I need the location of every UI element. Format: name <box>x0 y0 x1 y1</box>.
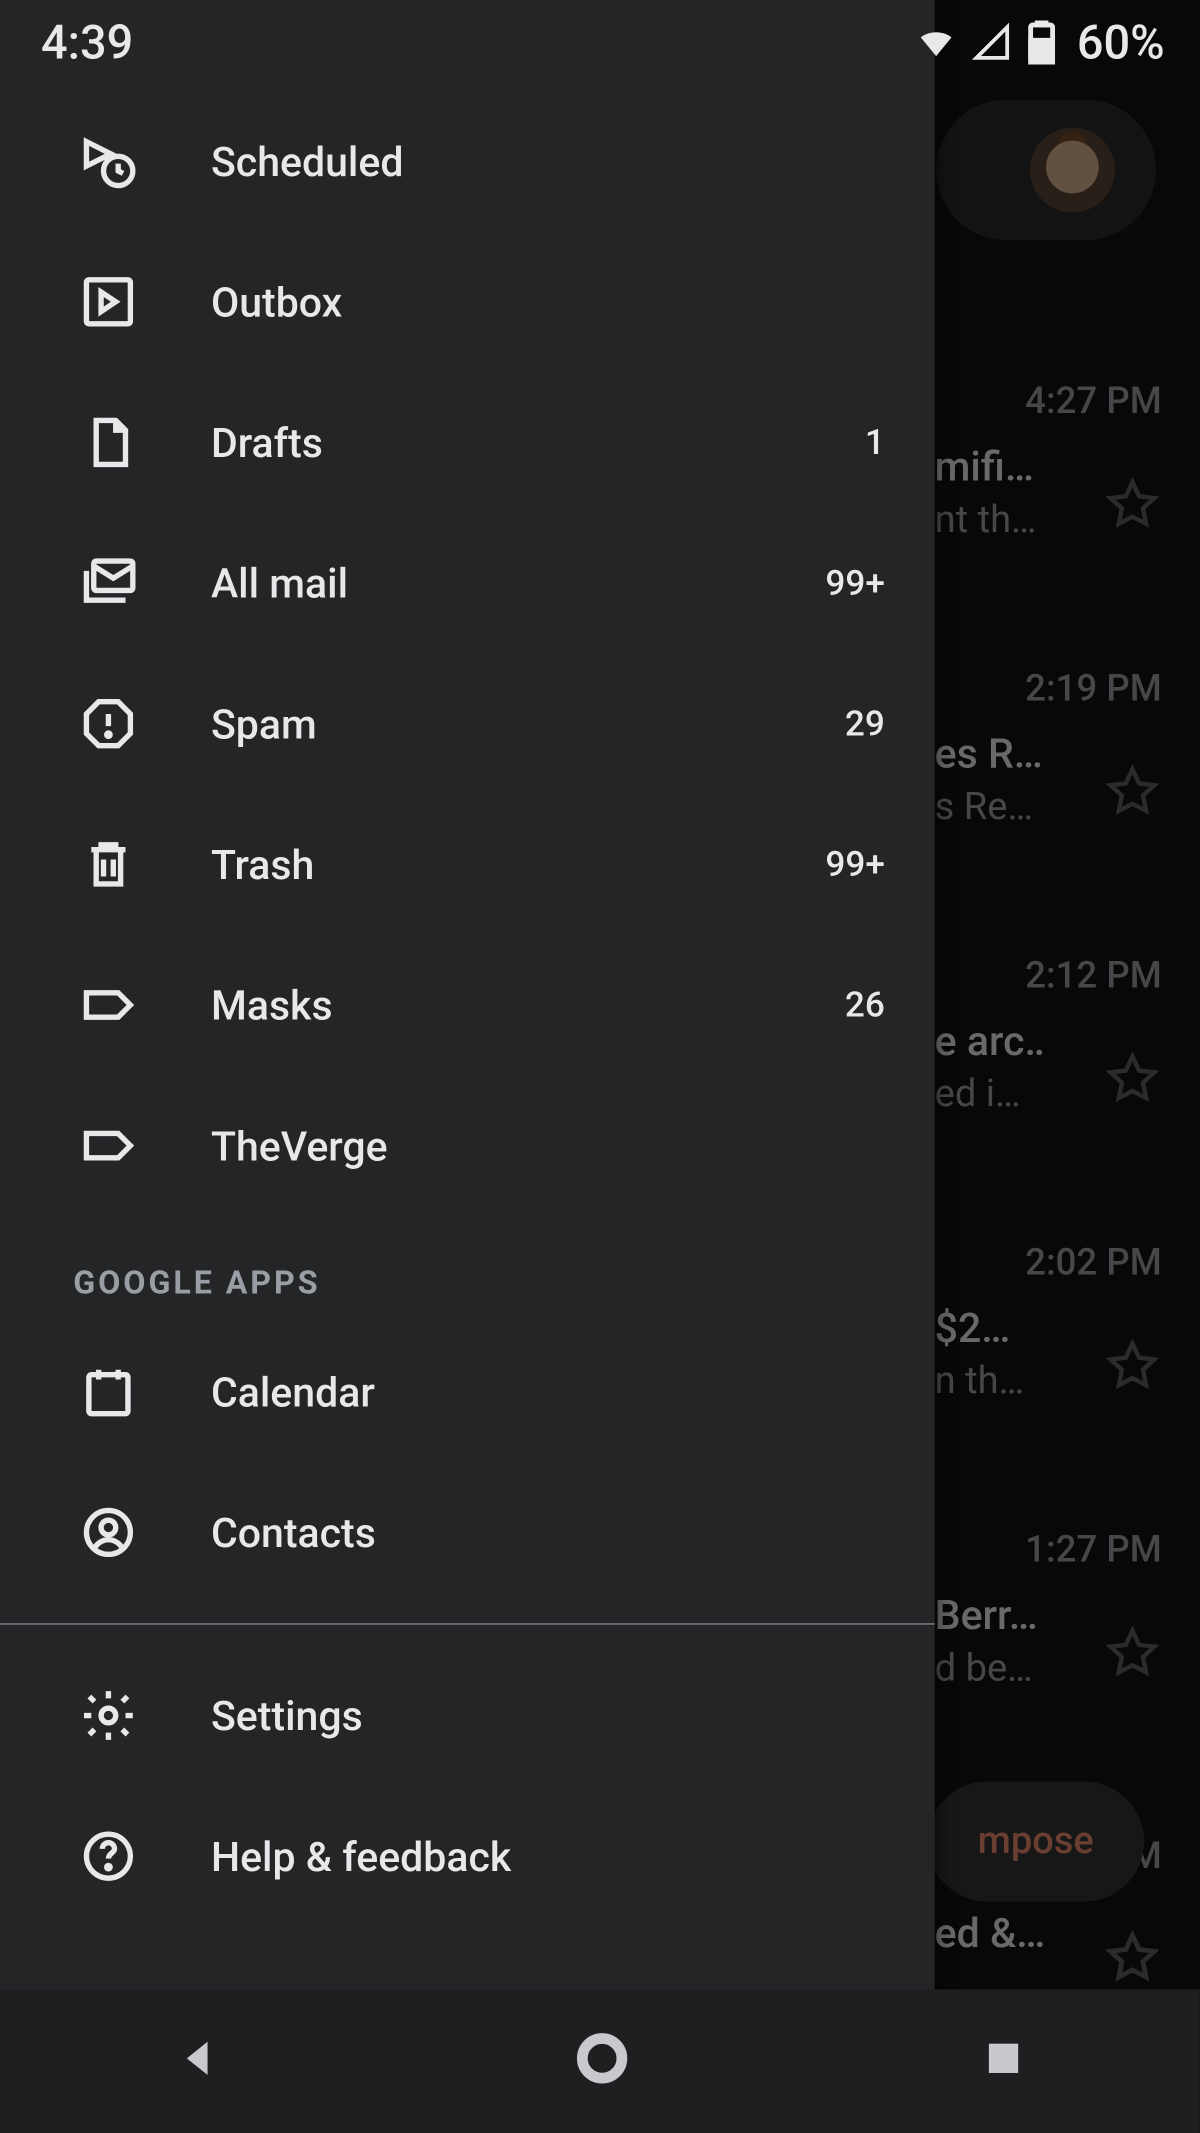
nav-label: Masks <box>211 981 845 1029</box>
nav-label: Outbox <box>211 278 885 326</box>
nav-label: Help & feedback <box>211 1832 885 1880</box>
scheduled-icon <box>79 132 138 191</box>
nav-item-trash[interactable]: Trash 99+ <box>0 794 935 935</box>
status-bar: 4:39 60% <box>0 0 1200 85</box>
all-mail-icon <box>79 554 138 613</box>
system-navbar <box>0 1989 1200 2133</box>
divider <box>0 1623 935 1624</box>
nav-item-spam[interactable]: Spam 29 <box>0 653 935 794</box>
contacts-icon <box>79 1503 138 1562</box>
wifi-icon <box>916 22 957 63</box>
nav-label: Settings <box>211 1691 885 1739</box>
label-icon <box>79 976 138 1035</box>
navigation-drawer: Scheduled Outbox Drafts 1 All mail 99+ <box>0 0 935 2133</box>
cell-signal-icon <box>971 22 1012 63</box>
drafts-icon <box>79 413 138 472</box>
nav-item-all-mail[interactable]: All mail 99+ <box>0 513 935 654</box>
nav-item-settings[interactable]: Settings <box>0 1645 935 1786</box>
nav-item-label-theverge[interactable]: TheVerge <box>0 1075 935 1216</box>
nav-item-contacts[interactable]: Contacts <box>0 1462 935 1603</box>
nav-label: TheVerge <box>211 1121 885 1169</box>
nav-item-calendar[interactable]: Calendar <box>0 1321 935 1462</box>
label-icon <box>79 1116 138 1175</box>
section-header-google-apps: GOOGLE APPS <box>0 1216 935 1321</box>
nav-item-scheduled[interactable]: Scheduled <box>0 91 935 232</box>
battery-percent: 60% <box>1077 15 1165 71</box>
nav-label: Trash <box>211 840 825 888</box>
nav-label: Contacts <box>211 1508 885 1556</box>
outbox-icon <box>79 272 138 331</box>
nav-count: 1 <box>865 422 885 463</box>
battery-icon <box>1027 21 1056 65</box>
nav-label: Scheduled <box>211 137 885 185</box>
nav-label: Spam <box>211 700 845 748</box>
help-icon <box>79 1827 138 1886</box>
trash-icon <box>79 835 138 894</box>
clock: 4:39 <box>41 15 133 71</box>
nav-label: All mail <box>211 559 825 607</box>
nav-count: 26 <box>845 984 885 1025</box>
home-button[interactable] <box>574 2029 633 2093</box>
calendar-icon <box>79 1362 138 1421</box>
nav-label: Drafts <box>211 418 865 466</box>
nav-item-label-masks[interactable]: Masks 26 <box>0 935 935 1076</box>
gear-icon <box>79 1686 138 1745</box>
nav-count: 99+ <box>825 563 884 604</box>
nav-item-outbox[interactable]: Outbox <box>0 231 935 372</box>
back-button[interactable] <box>175 2033 225 2089</box>
spam-icon <box>79 694 138 753</box>
nav-label: Calendar <box>211 1368 885 1416</box>
nav-item-drafts[interactable]: Drafts 1 <box>0 372 935 513</box>
nav-count: 99+ <box>825 844 884 885</box>
nav-count: 29 <box>845 703 885 744</box>
nav-item-help[interactable]: Help & feedback <box>0 1786 935 1927</box>
recents-button[interactable] <box>981 2036 1025 2086</box>
